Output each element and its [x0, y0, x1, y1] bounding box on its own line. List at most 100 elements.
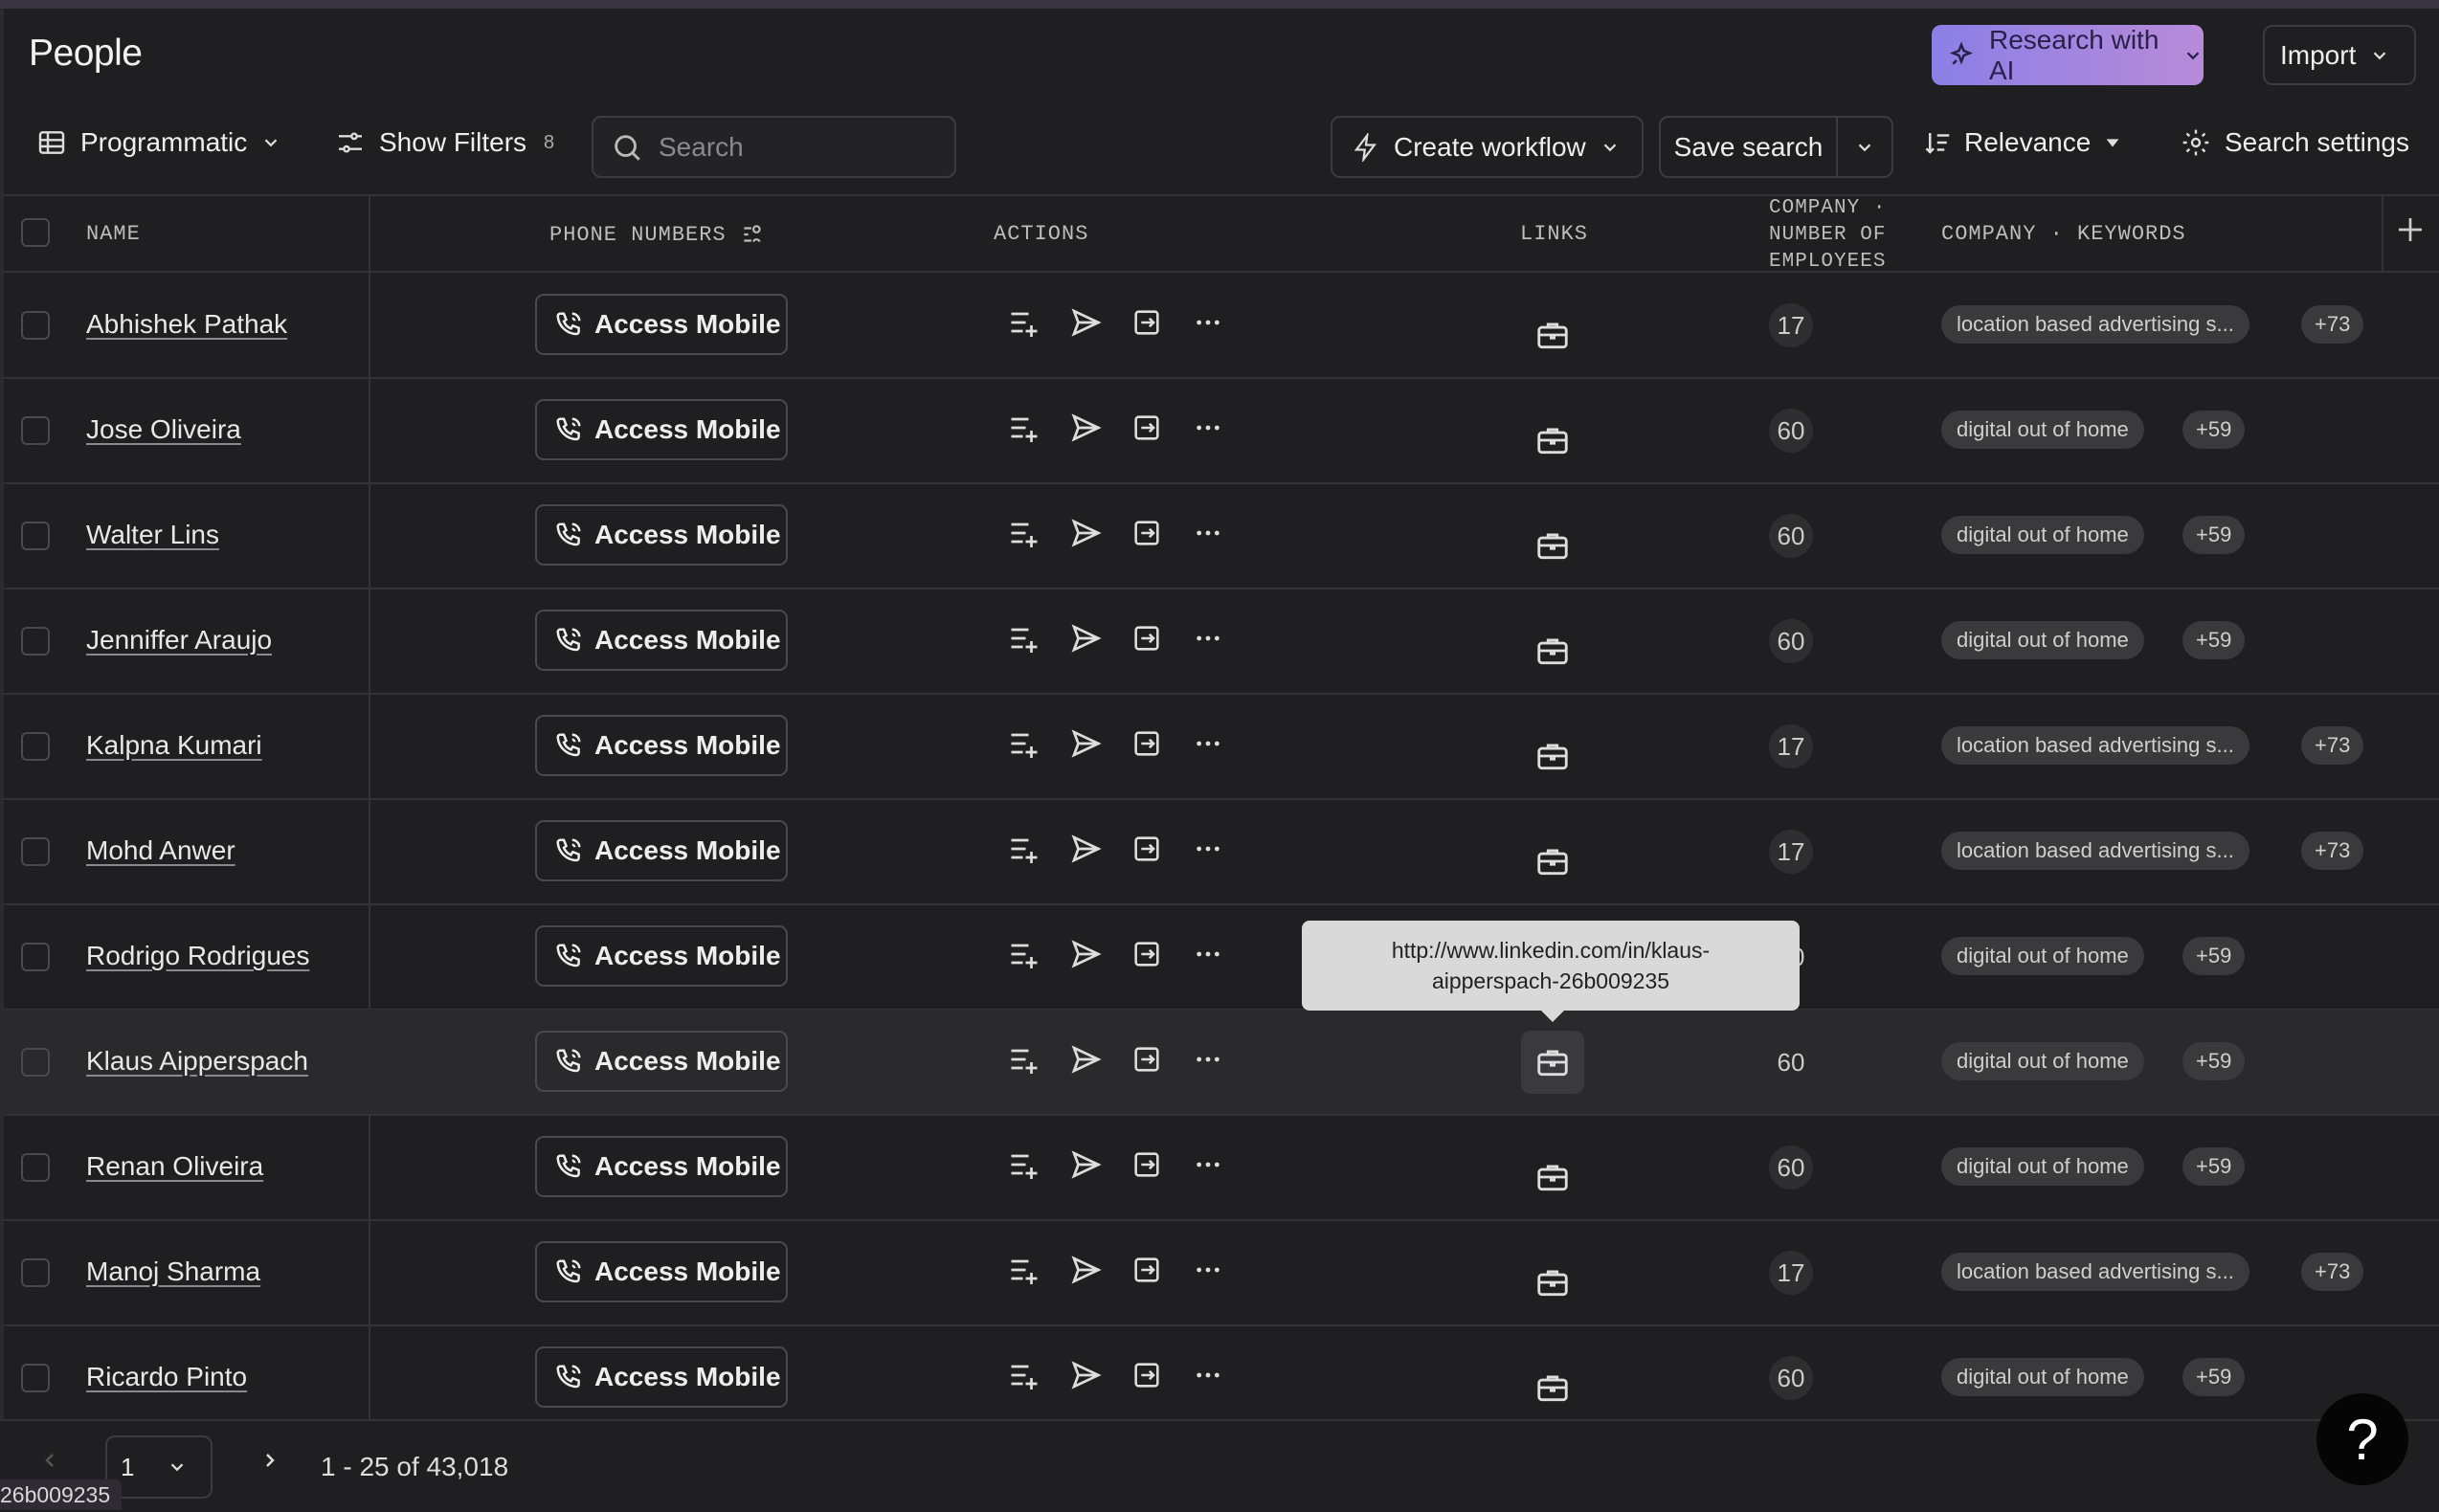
previous-page-button[interactable]: [38, 1447, 61, 1479]
access-mobile-button[interactable]: Access Mobile: [535, 820, 788, 881]
add-to-list-icon[interactable]: [1005, 409, 1043, 447]
more-keywords-badge[interactable]: +59: [2182, 1042, 2246, 1080]
send-icon[interactable]: [1066, 303, 1105, 342]
row-checkbox[interactable]: [21, 1048, 50, 1077]
access-mobile-button[interactable]: Access Mobile: [535, 399, 788, 460]
table-row[interactable]: Abhishek Pathak Access Mobile 17 location b…: [4, 273, 2439, 378]
export-icon[interactable]: [1128, 514, 1166, 552]
show-filters-button[interactable]: Show Filters 8: [335, 111, 554, 174]
more-keywords-badge[interactable]: +59: [2182, 937, 2246, 975]
linkedin-link[interactable]: [1521, 619, 1584, 682]
search-input[interactable]: [657, 130, 948, 164]
more-icon[interactable]: [1189, 1145, 1227, 1184]
row-checkbox[interactable]: [21, 522, 50, 550]
table-row[interactable]: Mohd Anwer Access Mobile 17 location based …: [4, 799, 2439, 904]
linkedin-link[interactable]: [1521, 1145, 1584, 1209]
add-to-list-icon[interactable]: [1005, 830, 1043, 868]
sort-relevance-button[interactable]: Relevance: [1924, 111, 2123, 174]
export-icon[interactable]: [1128, 830, 1166, 868]
add-to-list-icon[interactable]: [1005, 1356, 1043, 1394]
linkedin-link[interactable]: [1521, 1031, 1584, 1094]
more-keywords-badge[interactable]: +59: [2182, 516, 2246, 554]
more-icon[interactable]: [1189, 1040, 1227, 1078]
next-page-button[interactable]: [258, 1447, 281, 1479]
table-row[interactable]: Renan Oliveira Access Mobile 60 digital out…: [4, 1115, 2439, 1220]
add-to-list-icon[interactable]: [1005, 303, 1043, 342]
column-header-keywords[interactable]: COMPANY · KEYWORDS: [1941, 222, 2186, 246]
table-row[interactable]: Klaus Aipperspach Access Mobile 60 digital …: [4, 1010, 2439, 1115]
more-icon[interactable]: [1189, 303, 1227, 342]
table-row[interactable]: Jose Oliveira Access Mobile 60 digital out …: [4, 378, 2439, 483]
send-icon[interactable]: [1066, 514, 1105, 552]
add-to-list-icon[interactable]: [1005, 1145, 1043, 1184]
help-button[interactable]: ?: [2316, 1393, 2408, 1485]
add-to-list-icon[interactable]: [1005, 619, 1043, 657]
add-column-button[interactable]: [2393, 212, 2428, 252]
search-box[interactable]: [592, 116, 956, 178]
search-settings-button[interactable]: Search settings: [2181, 111, 2409, 174]
access-mobile-button[interactable]: Access Mobile: [535, 925, 788, 987]
more-keywords-badge[interactable]: +59: [2182, 1147, 2246, 1186]
person-name-link[interactable]: Walter Lins: [86, 520, 219, 550]
access-mobile-button[interactable]: Access Mobile: [535, 610, 788, 671]
access-mobile-button[interactable]: Access Mobile: [535, 1031, 788, 1092]
add-to-list-icon[interactable]: [1005, 514, 1043, 552]
row-checkbox[interactable]: [21, 837, 50, 866]
research-with-ai-button[interactable]: Research with AI: [1932, 25, 2204, 85]
send-icon[interactable]: [1066, 619, 1105, 657]
import-button[interactable]: Import: [2263, 25, 2416, 85]
column-header-name[interactable]: NAME: [86, 222, 141, 246]
linkedin-link[interactable]: [1521, 303, 1584, 367]
more-keywords-badge[interactable]: +59: [2182, 1358, 2246, 1396]
send-icon[interactable]: [1066, 1145, 1105, 1184]
more-keywords-badge[interactable]: +73: [2301, 305, 2364, 344]
more-icon[interactable]: [1189, 1251, 1227, 1289]
column-header-employees[interactable]: COMPANY · NUMBER OF EMPLOYEES: [1769, 195, 1886, 276]
row-checkbox[interactable]: [21, 1364, 50, 1392]
more-keywords-badge[interactable]: +73: [2301, 832, 2364, 870]
export-icon[interactable]: [1128, 303, 1166, 342]
person-name-link[interactable]: Abhishek Pathak: [86, 309, 287, 340]
more-icon[interactable]: [1189, 409, 1227, 447]
more-keywords-badge[interactable]: +59: [2182, 621, 2246, 659]
export-icon[interactable]: [1128, 1251, 1166, 1289]
export-icon[interactable]: [1128, 935, 1166, 973]
export-icon[interactable]: [1128, 724, 1166, 763]
person-name-link[interactable]: Ricardo Pinto: [86, 1362, 247, 1392]
export-icon[interactable]: [1128, 1040, 1166, 1078]
table-row[interactable]: Ricardo Pinto Access Mobile 60 digital out …: [4, 1325, 2439, 1431]
add-to-list-icon[interactable]: [1005, 724, 1043, 763]
linkedin-link[interactable]: [1521, 830, 1584, 893]
table-row[interactable]: Jenniffer Araujo Access Mobile 60 digital o…: [4, 589, 2439, 694]
column-header-links[interactable]: LINKS: [1520, 222, 1588, 246]
person-name-link[interactable]: Kalpna Kumari: [86, 730, 262, 761]
linkedin-link[interactable]: [1521, 409, 1584, 472]
send-icon[interactable]: [1066, 830, 1105, 868]
linkedin-link[interactable]: [1521, 1356, 1584, 1419]
linkedin-link[interactable]: [1521, 724, 1584, 788]
add-to-list-icon[interactable]: [1005, 1251, 1043, 1289]
export-icon[interactable]: [1128, 619, 1166, 657]
send-icon[interactable]: [1066, 1251, 1105, 1289]
person-name-link[interactable]: Jenniffer Araujo: [86, 625, 272, 656]
row-checkbox[interactable]: [21, 311, 50, 340]
table-row[interactable]: Rodrigo Rodrigues Access Mobile digital ou…: [4, 904, 2439, 1010]
export-icon[interactable]: [1128, 1145, 1166, 1184]
table-row[interactable]: Manoj Sharma Access Mobile 17 location base…: [4, 1220, 2439, 1325]
row-checkbox[interactable]: [21, 1258, 50, 1287]
table-row[interactable]: Walter Lins Access Mobile 60 digital out of…: [4, 483, 2439, 589]
row-checkbox[interactable]: [21, 416, 50, 445]
linkedin-link[interactable]: [1521, 1251, 1584, 1314]
more-icon[interactable]: [1189, 619, 1227, 657]
create-workflow-button[interactable]: Create workflow: [1331, 116, 1644, 178]
person-name-link[interactable]: Manoj Sharma: [86, 1256, 260, 1287]
person-name-link[interactable]: Mohd Anwer: [86, 835, 235, 866]
save-search-button[interactable]: Save search: [1661, 118, 1838, 176]
row-checkbox[interactable]: [21, 732, 50, 761]
person-name-link[interactable]: Renan Oliveira: [86, 1151, 263, 1182]
export-icon[interactable]: [1128, 409, 1166, 447]
access-mobile-button[interactable]: Access Mobile: [535, 504, 788, 566]
more-keywords-badge[interactable]: +73: [2301, 1253, 2364, 1291]
more-icon[interactable]: [1189, 935, 1227, 973]
export-icon[interactable]: [1128, 1356, 1166, 1394]
